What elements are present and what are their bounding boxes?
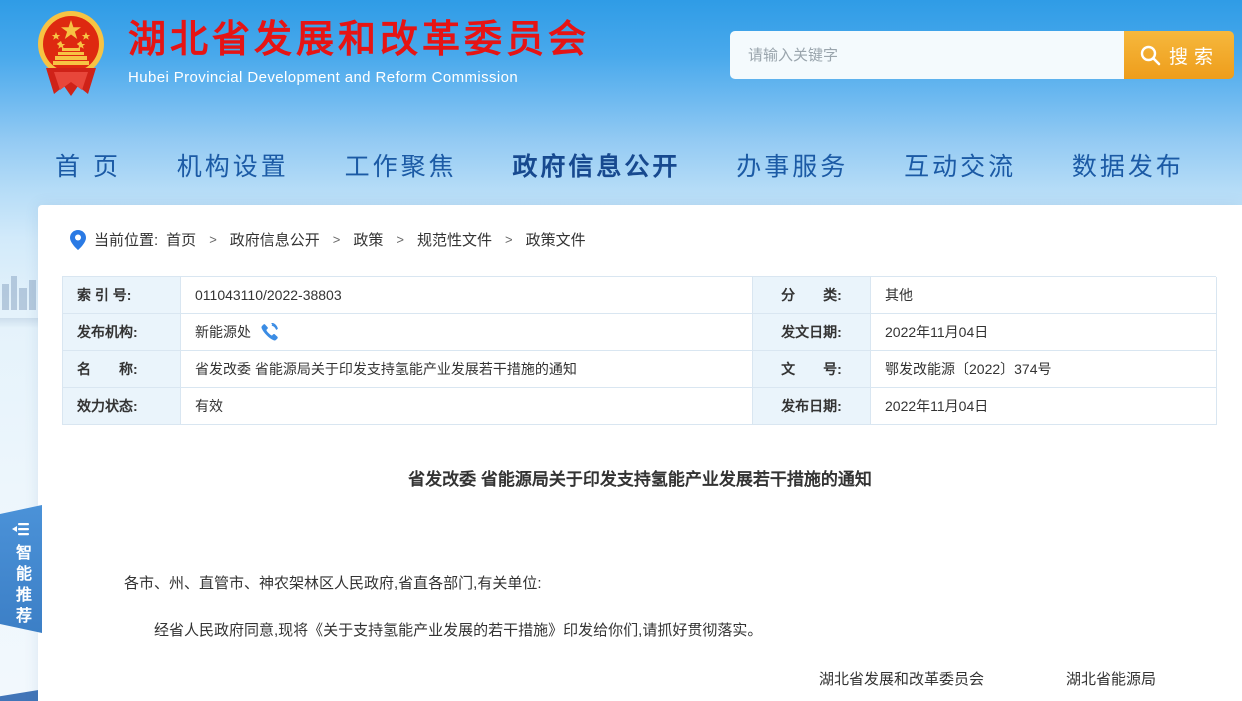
- meta-value-title: 省发改委 省能源局关于印发支持氢能产业发展若干措施的通知: [181, 351, 753, 388]
- meta-label-category: 分 类:: [753, 277, 871, 314]
- meta-label-doc-no: 文 号:: [753, 351, 871, 388]
- meta-label-index-no: 索 引 号:: [63, 277, 181, 314]
- site-title: 湖北省发展和改革委员会: [128, 18, 590, 64]
- site-header: 湖北省发展和改革委员会 Hubei Provincial Development…: [0, 0, 1242, 112]
- search-button-label: 搜索: [1169, 42, 1219, 69]
- background-wedge: [0, 685, 40, 701]
- main-nav: 首 页 机构设置 工作聚焦 政府信息公开 办事服务 互动交流 数据发布: [0, 130, 1242, 200]
- article-paragraph-salutation: 各市、州、直管市、神农架林区人民政府,省直各部门,有关单位:: [124, 572, 1156, 593]
- breadcrumb: 当前位置: 首页 > 政府信息公开 > 政策 > 规范性文件 > 政策文件: [38, 205, 1242, 250]
- signature-energy-bureau: 湖北省能源局: [1066, 668, 1156, 689]
- breadcrumb-prefix: 当前位置:: [94, 229, 158, 250]
- meta-label-issue-date: 发文日期:: [753, 314, 871, 351]
- signature-row: 湖北省发展和改革委员会 湖北省能源局: [124, 668, 1156, 689]
- recommend-list-icon: [12, 521, 30, 537]
- meta-value-publish-date: 2022年11月04日: [871, 388, 1217, 425]
- page: 湖北省发展和改革委员会 Hubei Provincial Development…: [0, 0, 1242, 701]
- nav-item-interaction[interactable]: 互动交流: [904, 147, 1016, 183]
- location-pin-icon: [70, 230, 86, 250]
- meta-value-category: 其他: [871, 277, 1217, 314]
- article-title: 省发改委 省能源局关于印发支持氢能产业发展若干措施的通知: [38, 465, 1242, 490]
- nav-item-data[interactable]: 数据发布: [1072, 147, 1184, 183]
- signature-drc: 湖北省发展和改革委员会: [819, 668, 984, 689]
- smart-recommend-label: 智能推荐: [9, 544, 33, 628]
- article-paragraph-main: 经省人民政府同意,现将《关于支持氢能产业发展的若干措施》印发给你们,请抓好贯彻落…: [124, 619, 1156, 640]
- search-button[interactable]: 搜索: [1124, 31, 1234, 79]
- document-meta-table: 索 引 号: 011043110/2022-38803 分 类: 其他 发布机构…: [62, 276, 1216, 425]
- site-subtitle: Hubei Provincial Development and Reform …: [128, 69, 590, 86]
- nav-item-home[interactable]: 首 页: [55, 147, 121, 183]
- article-body: 各市、州、直管市、神农架林区人民政府,省直各部门,有关单位: 经省人民政府同意,…: [38, 572, 1242, 701]
- national-emblem-icon: [34, 6, 108, 98]
- meta-label-title: 名 称:: [63, 351, 181, 388]
- meta-label-validity: 效力状态:: [63, 388, 181, 425]
- nav-item-work-focus[interactable]: 工作聚焦: [345, 147, 457, 183]
- search-input[interactable]: [730, 31, 1124, 79]
- meta-value-validity: 有效: [181, 388, 753, 425]
- meta-value-issue-date: 2022年11月04日: [871, 314, 1217, 351]
- search-box: 搜索: [730, 31, 1234, 79]
- breadcrumb-normative-docs[interactable]: 规范性文件: [417, 229, 492, 250]
- breadcrumb-home[interactable]: 首页: [166, 229, 196, 250]
- nav-item-services[interactable]: 办事服务: [736, 147, 848, 183]
- smart-recommend-badge[interactable]: 智能推荐: [0, 505, 42, 633]
- phone-icon[interactable]: [261, 323, 279, 341]
- breadcrumb-gov-info[interactable]: 政府信息公开: [230, 229, 320, 250]
- nav-item-gov-info[interactable]: 政府信息公开: [512, 147, 680, 183]
- meta-label-issuing-agency: 发布机构:: [63, 314, 181, 351]
- site-logo[interactable]: 湖北省发展和改革委员会 Hubei Provincial Development…: [34, 6, 590, 98]
- background-skyline: [0, 272, 38, 324]
- breadcrumb-policy[interactable]: 政策: [353, 229, 383, 250]
- breadcrumb-policy-docs[interactable]: 政策文件: [526, 229, 586, 250]
- meta-label-publish-date: 发布日期:: [753, 388, 871, 425]
- meta-value-doc-no: 鄂发改能源〔2022〕374号: [871, 351, 1217, 388]
- content-card: 当前位置: 首页 > 政府信息公开 > 政策 > 规范性文件 > 政策文件 索 …: [38, 205, 1242, 701]
- meta-value-issuing-agency: 新能源处: [181, 314, 753, 351]
- search-icon: [1139, 44, 1161, 66]
- meta-value-index-no: 011043110/2022-38803: [181, 277, 753, 314]
- nav-item-org[interactable]: 机构设置: [177, 147, 289, 183]
